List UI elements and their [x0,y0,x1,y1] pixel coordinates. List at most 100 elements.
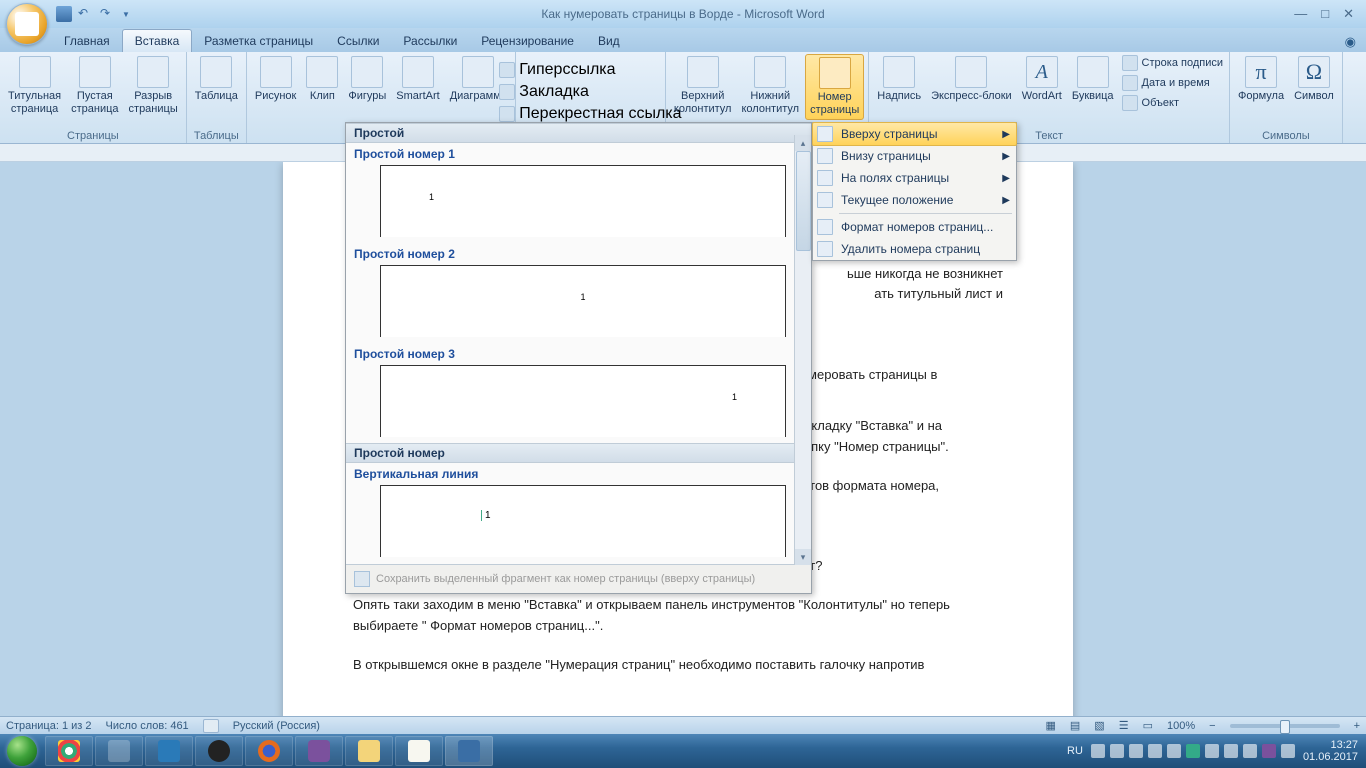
paint-icon [108,740,130,762]
tray-clock[interactable]: 13:27 01.06.2017 [1303,739,1358,763]
gallery-scrollbar[interactable]: ▴ ▾ [794,135,811,565]
tab-mailings[interactable]: Рассылки [391,30,469,52]
taskbar-item[interactable] [95,736,143,766]
tray-icon[interactable] [1205,744,1219,758]
tab-references[interactable]: Ссылки [325,30,391,52]
tab-page-layout[interactable]: Разметка страницы [192,30,325,52]
taskbar-item[interactable] [195,736,243,766]
signature-line-button[interactable]: Строка подписи [1120,54,1225,72]
date-time-button[interactable]: Дата и время [1120,74,1225,92]
save-selection-icon [354,571,370,587]
equation-button[interactable]: πФормула [1234,54,1288,105]
gallery-item-label[interactable]: Простой номер 1 [346,143,811,163]
tab-review[interactable]: Рецензирование [469,30,586,52]
table-button[interactable]: Таблица [191,54,242,105]
taskbar-item[interactable] [345,736,393,766]
tray-bluetooth-icon[interactable] [1186,744,1200,758]
zoom-level[interactable]: 100% [1167,720,1195,732]
tray-volume-icon[interactable] [1243,744,1257,758]
tray-icon[interactable] [1262,744,1276,758]
menu-item-top-of-page[interactable]: Вверху страницы▶ [812,122,1017,146]
view-draft-icon[interactable]: ▭ [1143,719,1153,732]
view-full-screen-icon[interactable]: ▤ [1070,719,1080,732]
gallery-item-label[interactable]: Простой номер 3 [346,343,811,363]
gallery-footer[interactable]: Сохранить выделенный фрагмент как номер … [346,564,811,593]
start-button[interactable] [0,734,44,768]
redo-icon[interactable]: ↷ [100,6,116,22]
tab-view[interactable]: Вид [586,30,632,52]
close-button[interactable]: ✕ [1343,6,1354,22]
taskbar-item[interactable] [295,736,343,766]
save-icon[interactable] [56,6,72,22]
app-icon [208,740,230,762]
menu-item-format-page-numbers[interactable]: Формат номеров страниц... [813,216,1016,238]
scroll-up-icon[interactable]: ▴ [795,135,811,151]
page-number-button[interactable]: Номер страницы [805,54,864,120]
minimize-button[interactable]: — [1294,6,1307,22]
zoom-slider[interactable] [1230,724,1340,728]
cross-reference-button[interactable]: Перекрестная ссылка [497,104,683,124]
tray-icon[interactable] [1281,744,1295,758]
gallery-header: Простой номер [346,443,811,463]
tray-icon[interactable] [1148,744,1162,758]
picture-button[interactable]: Рисунок [251,54,301,105]
gallery-item-preview[interactable]: 1 [380,265,786,337]
spellcheck-icon[interactable] [203,719,219,733]
help-icon[interactable]: ◉ [1335,32,1366,52]
tray-language[interactable]: RU [1067,745,1083,757]
menu-item-current-position[interactable]: Текущее положение▶ [813,189,1016,211]
zoom-out-button[interactable]: − [1209,720,1215,732]
dropcap-button[interactable]: Буквица [1068,54,1118,105]
scroll-down-icon[interactable]: ▾ [795,549,811,565]
blank-page-button[interactable]: Пустая страница [67,54,122,118]
view-outline-icon[interactable]: ☰ [1119,719,1129,732]
tray-icon[interactable] [1091,744,1105,758]
menu-item-remove-page-numbers[interactable]: Удалить номера страниц [813,238,1016,260]
tab-home[interactable]: Главная [52,30,122,52]
office-button[interactable] [6,3,48,45]
footer-button[interactable]: Нижний колонтитул [737,54,803,118]
qat-dropdown-icon[interactable]: ▼ [122,10,130,19]
menu-item-bottom-of-page[interactable]: Внизу страницы▶ [813,145,1016,167]
cover-page-button[interactable]: Титульная страница [4,54,65,118]
tray-icon[interactable] [1167,744,1181,758]
tray-icon[interactable] [1110,744,1124,758]
gallery-item-preview[interactable]: 1 [380,485,786,557]
view-print-layout-icon[interactable]: ▦ [1045,719,1055,732]
header-button[interactable]: Верхний колонтитул [670,54,736,118]
hyperlink-button[interactable]: Гиперссылка [497,60,617,80]
taskbar-item[interactable] [445,736,493,766]
gallery-item-label[interactable]: Простой номер 2 [346,243,811,263]
bookmark-button[interactable]: Закладка [497,82,591,102]
gallery-item-preview[interactable]: 1 [380,165,786,237]
shapes-button[interactable]: Фигуры [344,54,390,105]
wordart-button[interactable]: AWordArt [1018,54,1066,105]
view-web-layout-icon[interactable]: ▧ [1094,719,1104,732]
quickparts-button[interactable]: Экспресс-блоки [927,54,1016,105]
undo-icon[interactable]: ↶ [78,6,94,22]
blank-page-icon [79,56,111,88]
status-language[interactable]: Русский (Россия) [233,720,320,732]
status-page[interactable]: Страница: 1 из 2 [6,720,92,732]
zoom-in-button[interactable]: + [1354,720,1360,732]
scroll-thumb[interactable] [796,151,811,251]
page-break-button[interactable]: Разрыв страницы [125,54,182,118]
taskbar-item[interactable] [395,736,443,766]
taskbar-item[interactable] [45,736,93,766]
textbox-button[interactable]: Надпись [873,54,925,105]
gallery-item-label[interactable]: Вертикальная линия [346,463,811,483]
taskbar-item[interactable] [245,736,293,766]
smartart-button[interactable]: SmartArt [392,54,443,105]
tray-network-icon[interactable] [1224,744,1238,758]
gallery-item-preview[interactable]: 1 [380,365,786,437]
taskbar-item[interactable] [145,736,193,766]
status-word-count[interactable]: Число слов: 461 [106,720,189,732]
tab-insert[interactable]: Вставка [122,29,193,52]
symbol-button[interactable]: ΩСимвол [1290,54,1338,105]
menu-item-page-margins[interactable]: На полях страницы▶ [813,167,1016,189]
clipart-button[interactable]: Клип [302,54,342,105]
maximize-button[interactable]: □ [1321,6,1329,22]
object-button[interactable]: Объект [1120,94,1225,112]
tray-icon[interactable] [1129,744,1143,758]
cross-reference-icon [499,106,515,122]
